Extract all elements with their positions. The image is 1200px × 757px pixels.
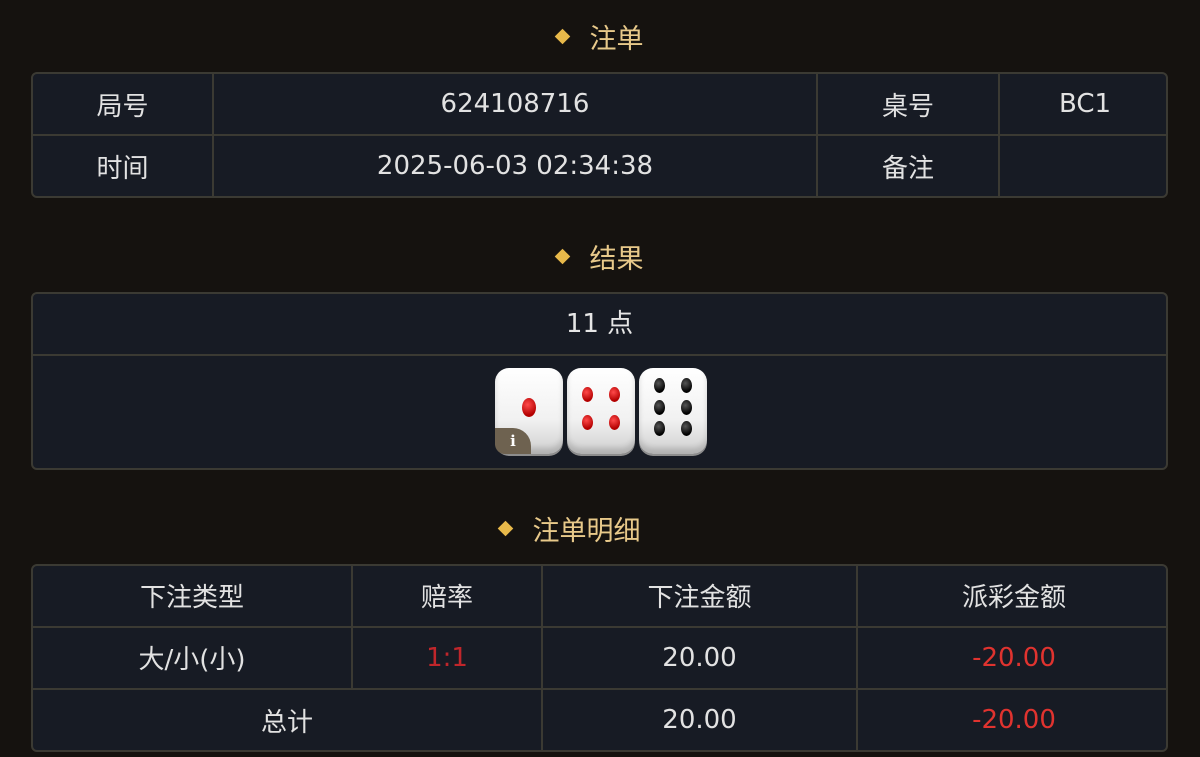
die-pip <box>581 386 593 402</box>
table-number: BC1 <box>998 74 1166 136</box>
die-pip <box>681 399 693 415</box>
time-label: 时间 <box>33 134 214 196</box>
bet-type: 大/小(小) <box>33 625 353 691</box>
result-section-title: 结果 <box>0 240 1200 280</box>
table-row: 局号 624108716 桌号 BC1 <box>33 74 1166 136</box>
result-panel: 11 点 i <box>31 292 1168 470</box>
header-bet-type: 下注类型 <box>33 566 353 628</box>
die-pip <box>653 399 665 415</box>
result-points: 11 点 <box>33 294 1166 356</box>
die-pip <box>609 414 621 430</box>
diamond-icon <box>497 520 513 537</box>
order-info-table: 局号 624108716 桌号 BC1 时间 2025-06-03 02:34:… <box>31 72 1168 198</box>
table-row: 时间 2025-06-03 02:34:38 备注 <box>33 134 1166 196</box>
total-bet-amount: 20.00 <box>541 688 858 750</box>
die-pip <box>681 421 693 436</box>
round-label: 局号 <box>33 74 214 136</box>
die-pip <box>522 397 536 417</box>
die-one-icon: i <box>495 368 563 454</box>
die-pip <box>653 421 665 436</box>
total-label: 总计 <box>33 688 543 750</box>
total-row: 总计 20.00 -20.00 <box>33 688 1166 750</box>
die-six-icon <box>639 368 707 454</box>
bet-amount: 20.00 <box>541 625 858 691</box>
table-label: 桌号 <box>816 74 1000 136</box>
table-row: 大/小(小) 1:1 20.00 -20.00 <box>33 625 1166 691</box>
total-payout-amount: -20.00 <box>856 688 1166 750</box>
order-section-title: 注单 <box>0 20 1200 60</box>
round-number: 624108716 <box>212 74 818 136</box>
header-payout: 派彩金额 <box>856 566 1166 628</box>
diamond-icon <box>554 248 570 265</box>
info-icon[interactable]: i <box>495 428 531 454</box>
remark-value <box>998 134 1166 196</box>
die-four-icon <box>567 368 635 454</box>
payout-amount: -20.00 <box>856 625 1166 691</box>
dice-row: i <box>33 356 1166 468</box>
die-pip <box>609 386 621 402</box>
die-pip <box>581 414 593 430</box>
die-pip <box>653 378 665 393</box>
header-bet-amount: 下注金额 <box>541 566 858 628</box>
time-value: 2025-06-03 02:34:38 <box>212 134 818 196</box>
remark-label: 备注 <box>816 134 1000 196</box>
header-odds: 赔率 <box>351 566 543 628</box>
odds-value: 1:1 <box>351 625 543 691</box>
table-header-row: 下注类型 赔率 下注金额 派彩金额 <box>33 566 1166 628</box>
diamond-icon <box>554 28 570 45</box>
detail-section-title: 注单明细 <box>0 512 1170 552</box>
die-pip <box>681 378 693 393</box>
bet-detail-table: 下注类型 赔率 下注金额 派彩金额 大/小(小) 1:1 20.00 -20.0… <box>31 564 1168 752</box>
